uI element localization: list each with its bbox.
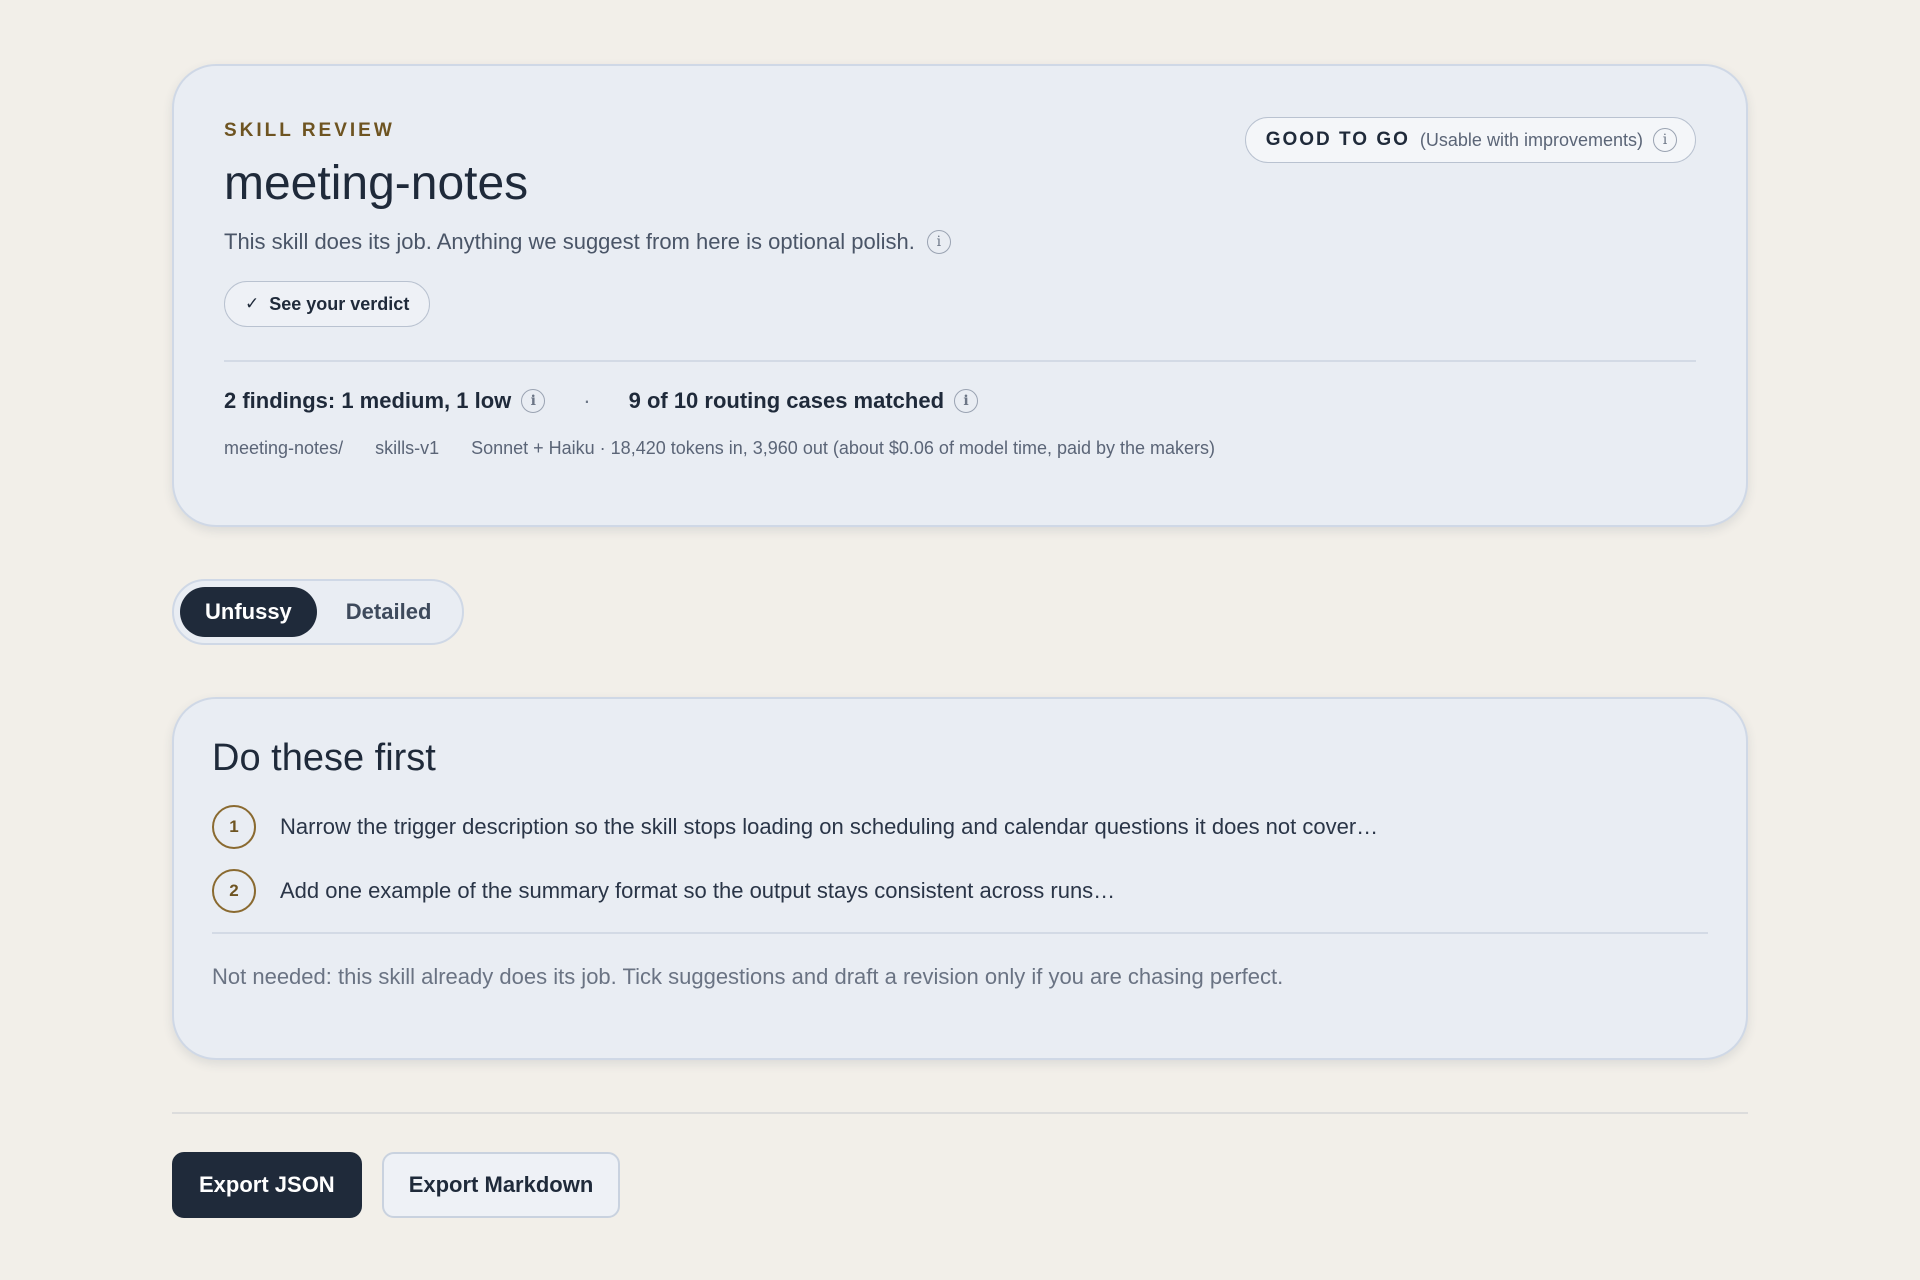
step-number-badge: 2 xyxy=(212,869,256,913)
meta-path: meeting-notes/ xyxy=(224,437,344,458)
info-icon[interactable]: i xyxy=(1653,128,1677,152)
view-toggle: Unfussy Detailed xyxy=(172,579,465,645)
export-actions: Export JSON Export Markdown xyxy=(172,1151,1748,1218)
skill-title: meeting-notes xyxy=(224,157,529,210)
info-icon[interactable]: i xyxy=(926,230,951,254)
suggestion-list: 1 Narrow the trigger description so the … xyxy=(212,804,1708,914)
stats-separator: · xyxy=(583,387,591,413)
check-icon: ✓ xyxy=(245,294,260,313)
step-number-badge: 1 xyxy=(212,805,256,849)
routing-summary: 9 of 10 routing cases matched xyxy=(628,387,945,413)
status-badge-label: GOOD TO GO xyxy=(1265,129,1410,150)
tagline-row: This skill does its job. Anything we sug… xyxy=(224,229,1696,255)
suggestion-text: Add one example of the summary format so… xyxy=(280,878,1116,903)
optional-note: Not needed: this skill already does its … xyxy=(212,963,1284,989)
see-verdict-label: See your verdict xyxy=(269,293,410,314)
page: SKILL REVIEW meeting-notes This skill do… xyxy=(172,64,1748,1218)
info-icon[interactable]: i xyxy=(954,388,979,413)
toggle-unfussy[interactable]: Unfussy xyxy=(180,587,317,637)
findings-summary: 2 findings: 1 medium, 1 low xyxy=(224,387,512,413)
skill-review-card: SKILL REVIEW meeting-notes This skill do… xyxy=(172,64,1748,527)
see-verdict-button[interactable]: ✓ See your verdict xyxy=(224,281,431,327)
toggle-detailed[interactable]: Detailed xyxy=(321,587,457,637)
export-json-button[interactable]: Export JSON xyxy=(172,1151,362,1218)
meta-row: meeting-notes/ skills-v1 Sonnet + Haiku … xyxy=(224,438,1696,459)
divider xyxy=(212,932,1708,934)
list-item: 1 Narrow the trigger description so the … xyxy=(212,804,1708,850)
export-markdown-button[interactable]: Export Markdown xyxy=(381,1151,621,1218)
status-badge: GOOD TO GO (Usable with improvements) i xyxy=(1244,117,1696,163)
divider xyxy=(172,1112,1748,1114)
tagline: This skill does its job. Anything we sug… xyxy=(224,229,915,254)
status-badge-subtitle: (Usable with improvements) xyxy=(1419,129,1643,150)
stats-row: 2 findings: 1 medium, 1 low i · 9 of 10 … xyxy=(224,388,1696,414)
meta-version: skills-v1 xyxy=(375,437,440,458)
suggestion-text: Narrow the trigger description so the sk… xyxy=(280,814,1379,839)
do-these-first-card: Do these first 1 Narrow the trigger desc… xyxy=(172,697,1748,1060)
section-title: Do these first xyxy=(212,737,436,779)
divider xyxy=(224,360,1696,362)
list-item: 2 Add one example of the summary format … xyxy=(212,868,1708,914)
meta-usage: Sonnet + Haiku · 18,420 tokens in, 3,960… xyxy=(471,437,1216,458)
info-icon[interactable]: i xyxy=(521,388,546,413)
